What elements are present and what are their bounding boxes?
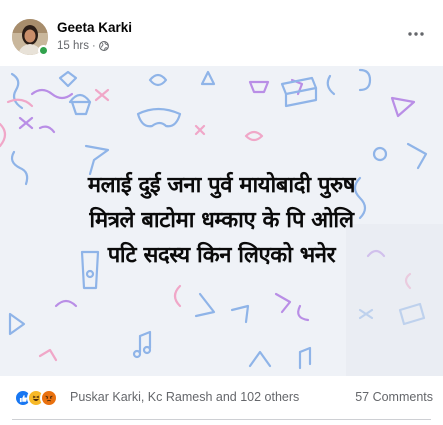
post-text-line: मित्रले बाटोमा धम्काए के पि ओलि: [89, 208, 354, 233]
more-horizontal-icon: [408, 32, 424, 36]
reactions-summary-bar: Puskar Karki, Kc Ramesh and 102 others 5…: [0, 376, 443, 420]
post-text-line: पटि सदस्य किन लिएको भनेर: [107, 243, 336, 268]
meta-separator: ·: [91, 40, 96, 52]
post-header: Geeta Karki 15 hrs ·: [0, 0, 443, 66]
comments-count[interactable]: 57 Comments: [355, 390, 433, 404]
online-status-dot: [38, 45, 49, 56]
post-timestamp[interactable]: 15 hrs: [57, 40, 89, 52]
post-message: मलाई दुई जना पुर्व मायोबादी पुरुष मित्रल…: [14, 168, 429, 273]
globe-icon[interactable]: [98, 41, 109, 51]
author-name[interactable]: Geeta Karki: [57, 20, 132, 35]
author-avatar[interactable]: [12, 19, 49, 56]
post-background-image[interactable]: मलाई दुई जना पुर्व मायोबादी पुरुष मित्रल…: [0, 66, 443, 376]
angry-reaction-icon: [40, 389, 58, 407]
reaction-names[interactable]: Puskar Karki, Kc Ramesh and 102 others: [70, 390, 299, 404]
more-options-button[interactable]: [400, 22, 432, 46]
divider: [12, 419, 431, 420]
reaction-icons[interactable]: [14, 389, 58, 407]
post-text-line: मलाई दुई जना पुर्व मायोबादी पुरुष: [87, 173, 356, 198]
post-meta: 15 hrs ·: [57, 39, 109, 53]
